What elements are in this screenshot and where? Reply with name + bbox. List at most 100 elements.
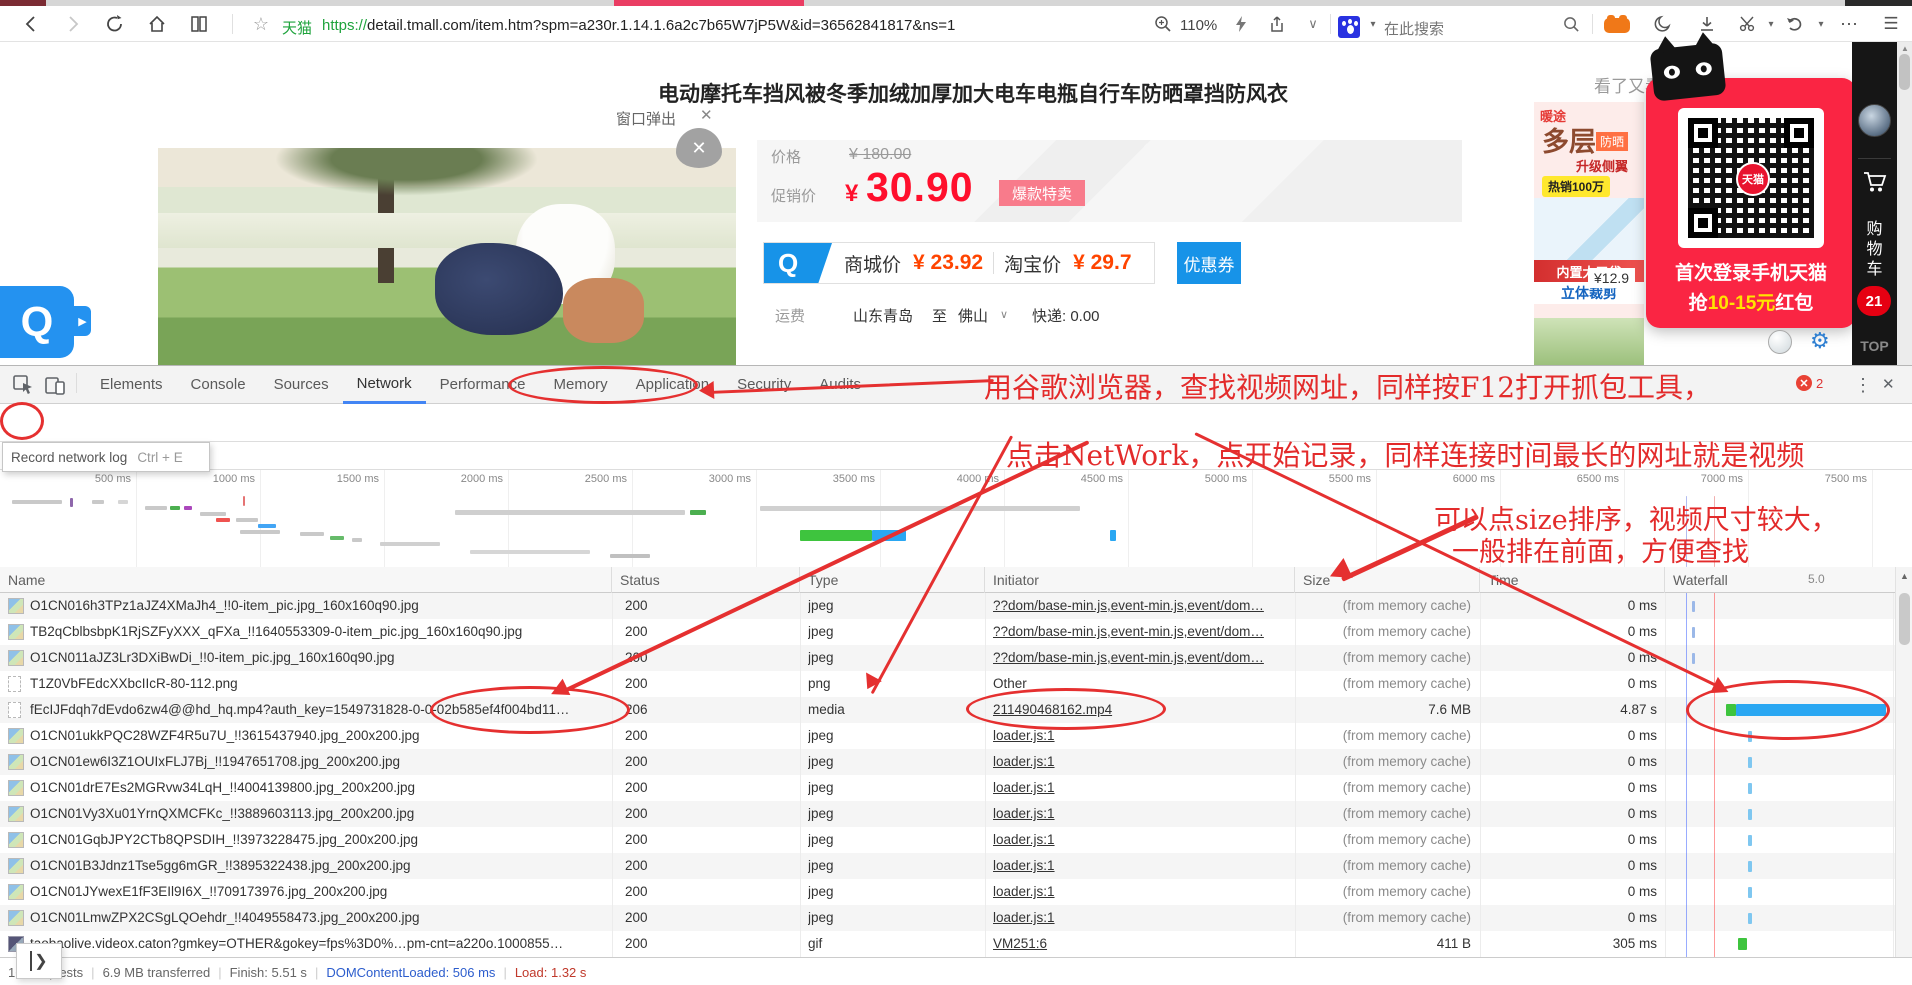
- request-name[interactable]: taobaolive.videox.caton?gmkey=OTHER&goke…: [30, 931, 608, 957]
- network-row[interactable]: O1CN01LmwZPX2CSgLQOehdr_!!4049558473.jpg…: [0, 905, 1912, 931]
- coupon-button[interactable]: 优惠券: [1177, 242, 1241, 284]
- network-row[interactable]: O1CN01ew6I3Z1OUIxFLJ7Bj_!!1947651708.jpg…: [0, 749, 1912, 775]
- zoom-icon[interactable]: [1152, 13, 1174, 35]
- cart-label[interactable]: 购物车: [1852, 220, 1897, 280]
- network-row[interactable]: fEcIJFdqh7dEvdo6zw4@@hd_hq.mp4?auth_key=…: [0, 697, 1912, 723]
- request-initiator[interactable]: loader.js:1: [993, 827, 1283, 853]
- main-menu-icon[interactable]: ☰: [1880, 13, 1902, 35]
- q-browser-float-widget[interactable]: Q: [0, 286, 74, 358]
- forward-button[interactable]: [62, 13, 84, 35]
- lightning-icon[interactable]: [1230, 13, 1252, 35]
- network-row[interactable]: O1CN011aJZ3Lr3DXiBwDi_!!0-item_pic.jpg_1…: [0, 645, 1912, 671]
- request-initiator[interactable]: loader.js:1: [993, 905, 1283, 931]
- request-name[interactable]: O1CN01GqbJPY2CTb8QPSDIH_!!3973228475.jpg…: [30, 827, 608, 853]
- settings-gear-icon[interactable]: ⚙: [1810, 328, 1830, 354]
- undo-icon[interactable]: [1784, 13, 1806, 35]
- search-engine-caret-icon[interactable]: ▾: [1362, 13, 1384, 35]
- request-name[interactable]: O1CN016h3TPz1aJZ4XMaJh4_!!0-item_pic.jpg…: [30, 593, 608, 619]
- request-name[interactable]: TB2qCblbsbpK1RjSZFyXXX_qFXa_!!1640553309…: [30, 619, 608, 645]
- network-row[interactable]: O1CN01JYwexE1fF3EIl9I6X_!!709173976.jpg_…: [0, 879, 1912, 905]
- request-name[interactable]: T1Z0VbFEdcXXbcIIcR-80-112.png: [30, 671, 608, 697]
- page-scrollbar[interactable]: ▲: [1897, 42, 1912, 365]
- request-initiator[interactable]: loader.js:1: [993, 879, 1283, 905]
- user-avatar[interactable]: [1858, 104, 1891, 137]
- request-initiator[interactable]: loader.js:1: [993, 801, 1283, 827]
- reading-list-icon[interactable]: [188, 13, 210, 35]
- devtools-tab-console[interactable]: Console: [177, 366, 260, 404]
- feedback-face-icon[interactable]: [1768, 330, 1792, 354]
- back-to-top-button[interactable]: TOP: [1852, 338, 1897, 354]
- night-mode-icon[interactable]: [1652, 13, 1674, 35]
- shipping-to[interactable]: 佛山: [958, 305, 988, 326]
- network-row[interactable]: T1Z0VbFEdcXXbcIIcR-80-112.png200pngOther…: [0, 671, 1912, 697]
- network-row[interactable]: O1CN01drE7Es2MGRvw34LqH_!!4004139800.jpg…: [0, 775, 1912, 801]
- network-row[interactable]: O1CN01GqbJPY2CTb8QPSDIH_!!3973228475.jpg…: [0, 827, 1912, 853]
- baidu-search-engine-icon[interactable]: [1338, 16, 1360, 38]
- request-name[interactable]: O1CN01JYwexE1fF3EIl9I6X_!!709173976.jpg_…: [30, 879, 608, 905]
- popup-close-icon[interactable]: ✕: [700, 106, 713, 124]
- chevron-down-icon[interactable]: ∨: [1302, 13, 1324, 35]
- devtools-tab-network[interactable]: Network: [343, 366, 426, 404]
- zoom-level[interactable]: 110%: [1180, 17, 1217, 34]
- request-initiator[interactable]: 211490468162.mp4: [993, 697, 1283, 723]
- devtools-tab-application[interactable]: Application: [622, 366, 723, 404]
- request-initiator[interactable]: loader.js:1: [993, 723, 1283, 749]
- price-compare-bar[interactable]: Q 商城价 ¥ 23.92 淘宝价 ¥ 29.7: [763, 242, 1155, 284]
- request-initiator[interactable]: ??dom/base-min.js,event-min.js,event/dom…: [993, 645, 1283, 671]
- scrollbar-thumb[interactable]: [1899, 54, 1910, 90]
- devtools-tab-audits[interactable]: Audits: [805, 366, 875, 404]
- related-ad-card[interactable]: 暖途 多层 防晒 升级侧翼 热销100万 内置大口袋 立体裁剪: [1534, 102, 1644, 340]
- request-initiator[interactable]: loader.js:1: [993, 749, 1283, 775]
- shipping-from[interactable]: 山东青岛: [853, 305, 913, 326]
- network-row[interactable]: O1CN01B3Jdnz1Tse5gg6mGR_!!3895322438.jpg…: [0, 853, 1912, 879]
- bookmark-star-icon[interactable]: ☆: [250, 13, 272, 35]
- request-name[interactable]: O1CN01drE7Es2MGRvw34LqH_!!4004139800.jpg…: [30, 775, 608, 801]
- network-row[interactable]: TB2qCblbsbpK1RjSZFyXXX_qFXa_!!1640553309…: [0, 619, 1912, 645]
- widget-expand-arrow[interactable]: ▶: [74, 306, 91, 336]
- column-header-initiator[interactable]: Initiator: [985, 567, 1295, 593]
- table-scrollbar[interactable]: ▲: [1895, 567, 1912, 957]
- column-header-time[interactable]: Time: [1480, 567, 1665, 593]
- scroll-up-arrow[interactable]: ▲: [1901, 44, 1909, 53]
- network-overview-timeline[interactable]: 500 ms1000 ms1500 ms2000 ms2500 ms3000 m…: [0, 470, 1912, 567]
- games-icon[interactable]: [1604, 18, 1630, 33]
- request-name[interactable]: O1CN01B3Jdnz1Tse5gg6mGR_!!3895322438.jpg…: [30, 853, 608, 879]
- devtools-tab-performance[interactable]: Performance: [426, 366, 540, 404]
- error-badge[interactable]: ✕ 2: [1796, 375, 1823, 391]
- network-row[interactable]: taobaolive.videox.caton?gmkey=OTHER&goke…: [0, 931, 1912, 957]
- home-button[interactable]: [146, 13, 168, 35]
- request-name[interactable]: O1CN01LmwZPX2CSgLQOehdr_!!4049558473.jpg…: [30, 905, 608, 931]
- scrollbar-thumb[interactable]: [1899, 593, 1910, 645]
- column-header-status[interactable]: Status: [612, 567, 800, 593]
- request-name[interactable]: O1CN01Vy3Xu01YrnQXMCFKc_!!3889603113.jpg…: [30, 801, 608, 827]
- request-name[interactable]: O1CN01ukkPQC28WZF4R5u7U_!!3615437940.jpg…: [30, 723, 608, 749]
- devtools-tab-elements[interactable]: Elements: [86, 366, 177, 404]
- shipping-dropdown-icon[interactable]: ∨: [1000, 308, 1008, 321]
- request-name[interactable]: O1CN011aJZ3Lr3DXiBwDi_!!0-item_pic.jpg_1…: [30, 645, 608, 671]
- column-header-size[interactable]: Size: [1295, 567, 1480, 593]
- more-menu-icon[interactable]: ⋯: [1838, 13, 1860, 35]
- inspect-element-icon[interactable]: [12, 374, 34, 396]
- request-name[interactable]: fEcIJFdqh7dEvdo6zw4@@hd_hq.mp4?auth_key=…: [30, 697, 608, 723]
- related-item-image[interactable]: [1534, 318, 1644, 365]
- search-icon[interactable]: [1560, 13, 1582, 35]
- column-header-type[interactable]: Type: [800, 567, 985, 593]
- network-row[interactable]: O1CN01ukkPQC28WZF4R5u7U_!!3615437940.jpg…: [0, 723, 1912, 749]
- scissors-caret-icon[interactable]: ▾: [1760, 13, 1782, 35]
- scroll-up-arrow[interactable]: ▲: [1900, 571, 1909, 581]
- url-bar[interactable]: https://detail.tmall.com/item.htm?spm=a2…: [322, 17, 955, 34]
- request-initiator[interactable]: ??dom/base-min.js,event-min.js,event/dom…: [993, 619, 1283, 645]
- devtools-tab-security[interactable]: Security: [723, 366, 805, 404]
- screenshot-scissors-icon[interactable]: [1738, 13, 1760, 35]
- column-header-name[interactable]: Name: [0, 567, 612, 593]
- request-initiator[interactable]: loader.js:1: [993, 853, 1283, 879]
- network-row[interactable]: O1CN016h3TPz1aJZ4XMaJh4_!!0-item_pic.jpg…: [0, 593, 1912, 619]
- devtools-tab-sources[interactable]: Sources: [260, 366, 343, 404]
- console-drawer-toggle[interactable]: ❯: [16, 943, 62, 979]
- product-main-image[interactable]: [158, 148, 736, 365]
- column-header-waterfall[interactable]: Waterfall: [1665, 567, 1893, 593]
- refresh-button[interactable]: [104, 13, 126, 35]
- devtools-menu-icon[interactable]: ⋮: [1854, 375, 1872, 396]
- collapsed-widget-ball[interactable]: ✕: [676, 128, 722, 168]
- back-button[interactable]: [20, 13, 42, 35]
